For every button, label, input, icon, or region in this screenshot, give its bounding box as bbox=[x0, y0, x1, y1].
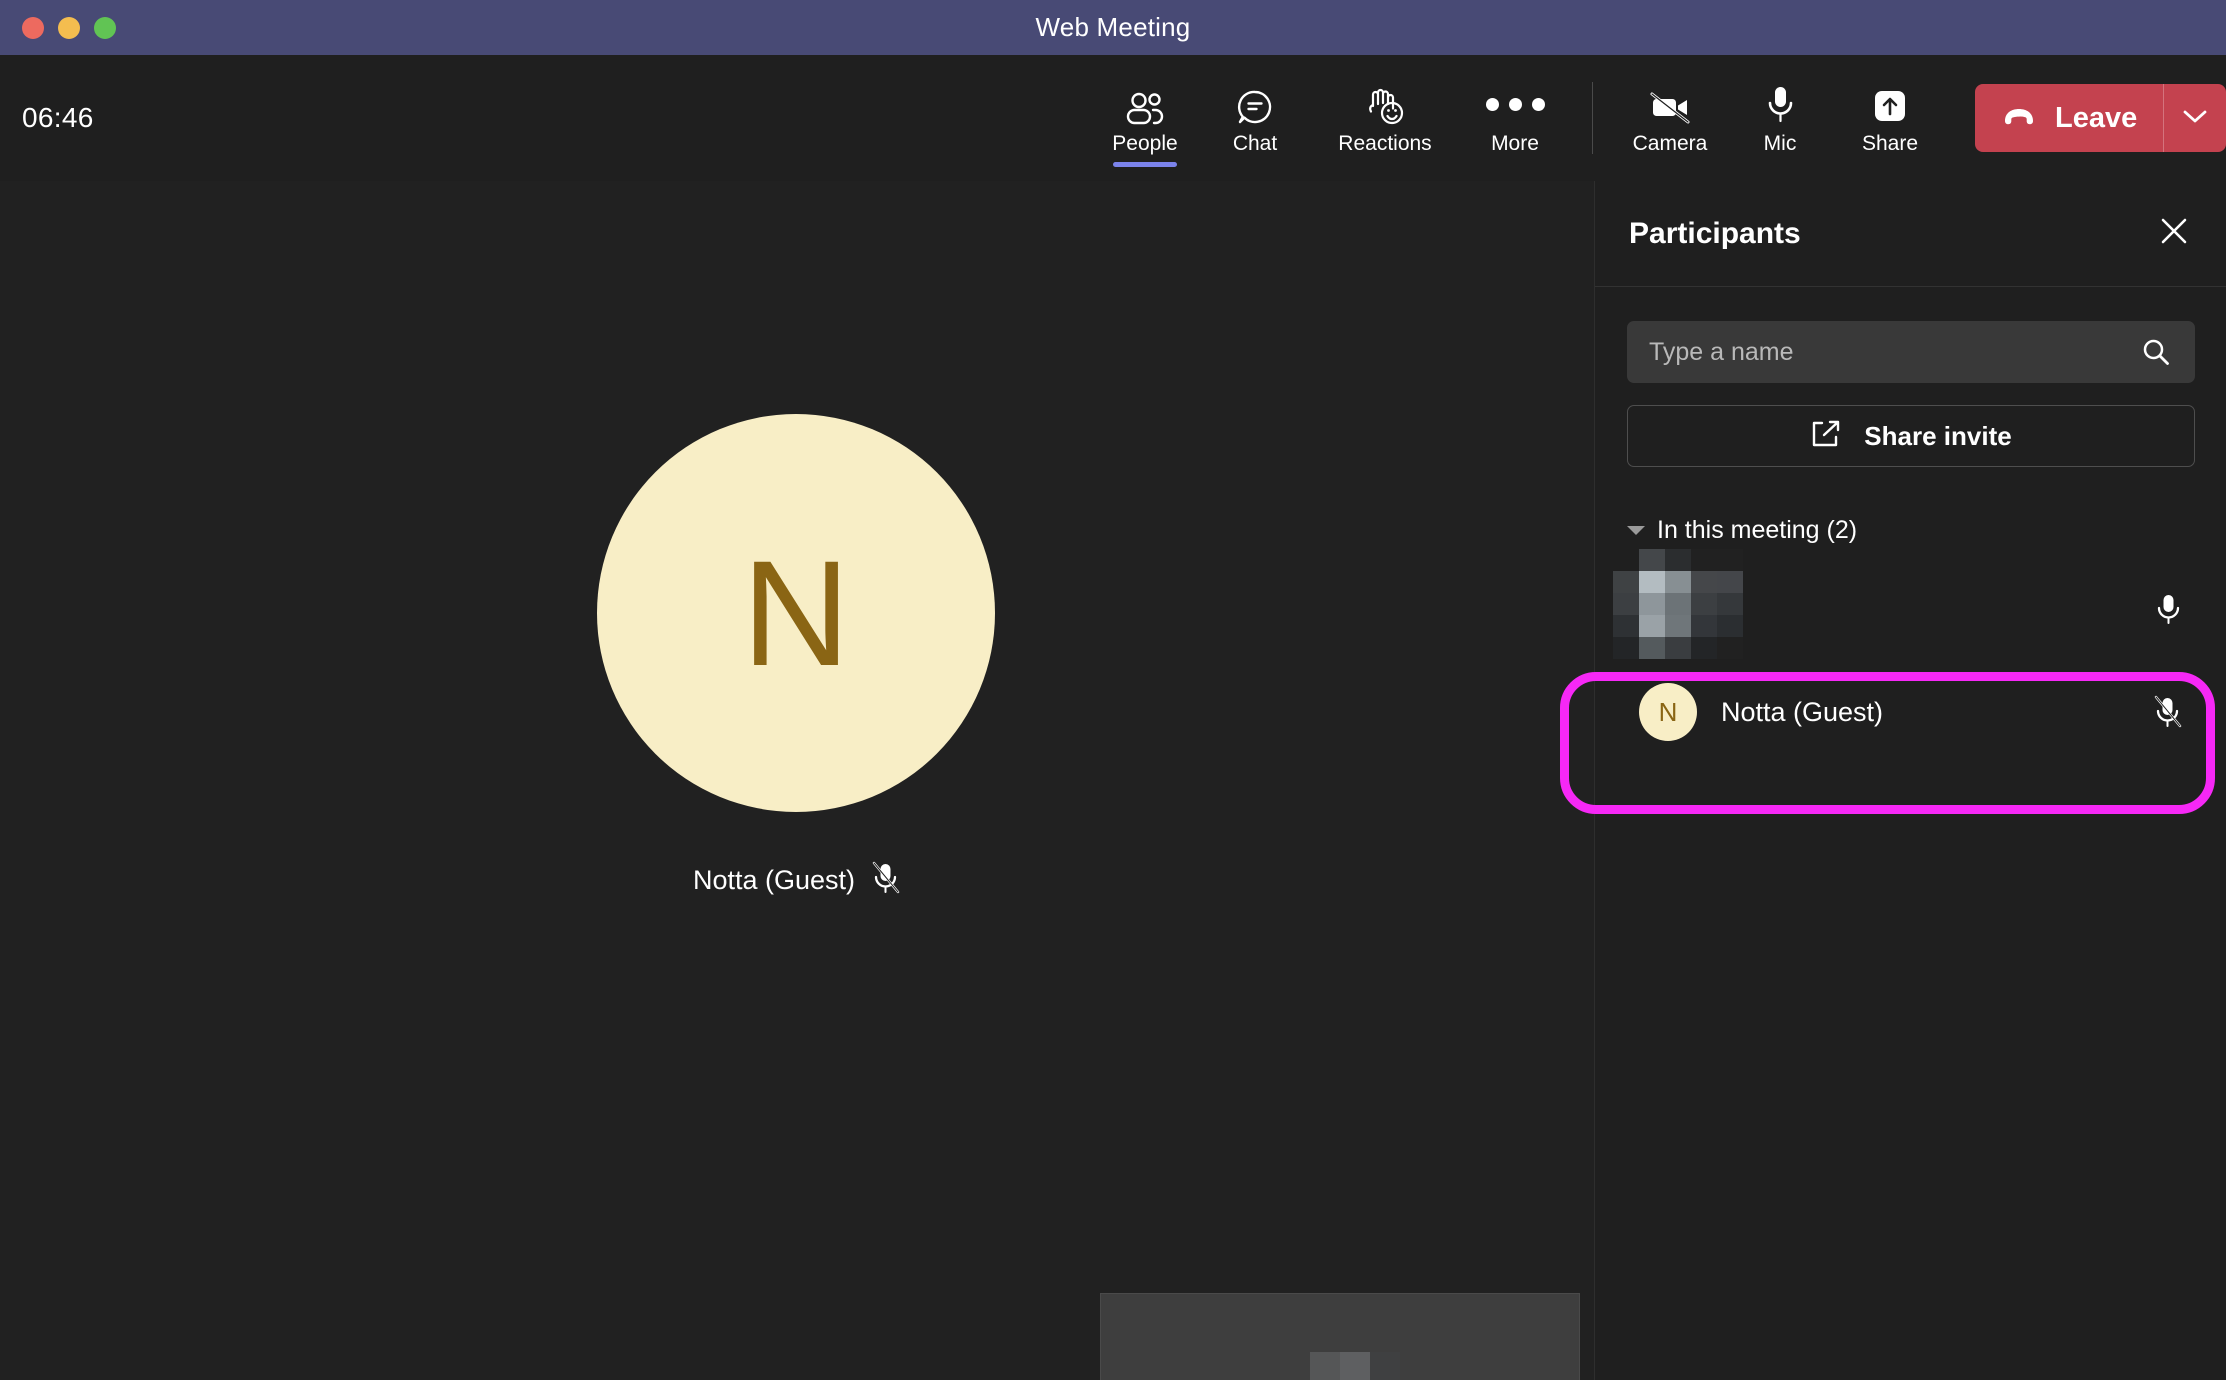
participant-mic-muted-icon[interactable] bbox=[2147, 691, 2189, 733]
avatar-initial: N bbox=[741, 529, 851, 697]
in-this-meeting-label: In this meeting (2) bbox=[1657, 516, 1858, 544]
participants-panel: Participants Type a name Share invite In… bbox=[1594, 181, 2226, 1380]
share-invite-label: Share invite bbox=[1864, 420, 2012, 451]
toolbar-reactions-label: Reactions bbox=[1338, 132, 1432, 155]
window-title: Web Meeting bbox=[1035, 12, 1191, 42]
video-stage: N Notta (Guest) bbox=[0, 181, 1594, 1380]
window-traffic-lights bbox=[12, 0, 116, 55]
share-invite-icon bbox=[1810, 419, 1842, 454]
redacted-participant-name bbox=[1613, 549, 1743, 659]
toolbar-camera-label: Camera bbox=[1632, 132, 1708, 155]
more-ellipsis-icon bbox=[1485, 82, 1545, 126]
chat-icon bbox=[1236, 82, 1274, 126]
meeting-app-window: Web Meeting 06:46 People Chat Reactions … bbox=[0, 0, 2226, 1380]
self-view-thumbnail[interactable] bbox=[1100, 1293, 1580, 1380]
toolbar-mic-button[interactable]: Mic bbox=[1725, 55, 1835, 181]
close-panel-button[interactable] bbox=[2151, 211, 2197, 257]
toolbar-share-button[interactable]: Share bbox=[1835, 55, 1945, 181]
participant-row-redacted[interactable] bbox=[1595, 549, 2226, 659]
mic-on-icon bbox=[1765, 82, 1795, 126]
caret-down-icon bbox=[1627, 526, 1645, 535]
toolbar-more-label: More bbox=[1491, 132, 1539, 155]
window-titlebar: Web Meeting bbox=[0, 0, 2226, 55]
minimize-window-button[interactable] bbox=[58, 16, 80, 39]
participants-panel-title: Participants bbox=[1629, 216, 1801, 250]
participant-mic-on-icon[interactable] bbox=[2147, 588, 2189, 630]
mic-muted-icon bbox=[871, 861, 901, 900]
leave-meeting-control[interactable]: Leave bbox=[1975, 84, 2226, 152]
active-speaker-name: Notta (Guest) bbox=[692, 865, 856, 895]
close-window-button[interactable] bbox=[22, 16, 44, 39]
leave-options-button[interactable] bbox=[2164, 84, 2226, 152]
chevron-down-icon bbox=[2182, 108, 2208, 129]
participant-search-box[interactable] bbox=[1627, 321, 2195, 383]
toolbar-buttons: People Chat Reactions More Camera Mic Sh… bbox=[1090, 55, 2226, 181]
toolbar-mic-label: Mic bbox=[1763, 132, 1797, 155]
participant-name: Notta (Guest) bbox=[1721, 696, 1884, 727]
participants-panel-header: Participants bbox=[1595, 181, 2226, 287]
toolbar-divider bbox=[1592, 82, 1593, 154]
share-invite-button[interactable]: Share invite bbox=[1627, 405, 2195, 467]
participant-row-notta-guest[interactable]: N Notta (Guest) bbox=[1595, 657, 2226, 767]
search-icon[interactable] bbox=[2139, 335, 2173, 369]
toolbar-reactions-button[interactable]: Reactions bbox=[1310, 55, 1460, 181]
hangup-phone-icon bbox=[2001, 105, 2037, 132]
leave-button[interactable]: Leave bbox=[1975, 84, 2163, 152]
active-tab-indicator bbox=[1113, 162, 1177, 167]
redacted-self-avatar bbox=[1280, 1352, 1400, 1380]
active-speaker-avatar: N bbox=[597, 414, 995, 812]
participant-search-input[interactable] bbox=[1649, 337, 2139, 367]
people-icon bbox=[1125, 82, 1165, 126]
share-up-arrow-icon bbox=[1871, 82, 1909, 126]
toolbar-people-button[interactable]: People bbox=[1090, 55, 1200, 181]
leave-button-label: Leave bbox=[2055, 101, 2138, 134]
meeting-timer: 06:46 bbox=[22, 102, 94, 133]
reactions-hand-icon bbox=[1363, 82, 1407, 126]
in-this-meeting-section-header[interactable]: In this meeting (2) bbox=[1627, 516, 2195, 545]
toolbar-chat-label: Chat bbox=[1232, 132, 1278, 155]
toolbar-camera-button[interactable]: Camera bbox=[1615, 55, 1725, 181]
toolbar-share-label: Share bbox=[1861, 132, 1919, 155]
active-speaker-nameplate: Notta (Guest) bbox=[0, 861, 1594, 900]
camera-off-icon bbox=[1648, 82, 1692, 126]
zoom-window-button[interactable] bbox=[94, 16, 116, 39]
toolbar-people-label: People bbox=[1112, 132, 1178, 155]
participant-avatar-initial: N bbox=[1658, 696, 1678, 727]
participant-avatar: N bbox=[1639, 683, 1697, 741]
toolbar-chat-button[interactable]: Chat bbox=[1200, 55, 1310, 181]
close-x-icon bbox=[2157, 214, 2191, 253]
participants-list: N Notta (Guest) bbox=[1595, 549, 2226, 767]
toolbar-more-button[interactable]: More bbox=[1460, 55, 1570, 181]
meeting-toolbar: 06:46 People Chat Reactions More Camera … bbox=[0, 55, 2226, 181]
